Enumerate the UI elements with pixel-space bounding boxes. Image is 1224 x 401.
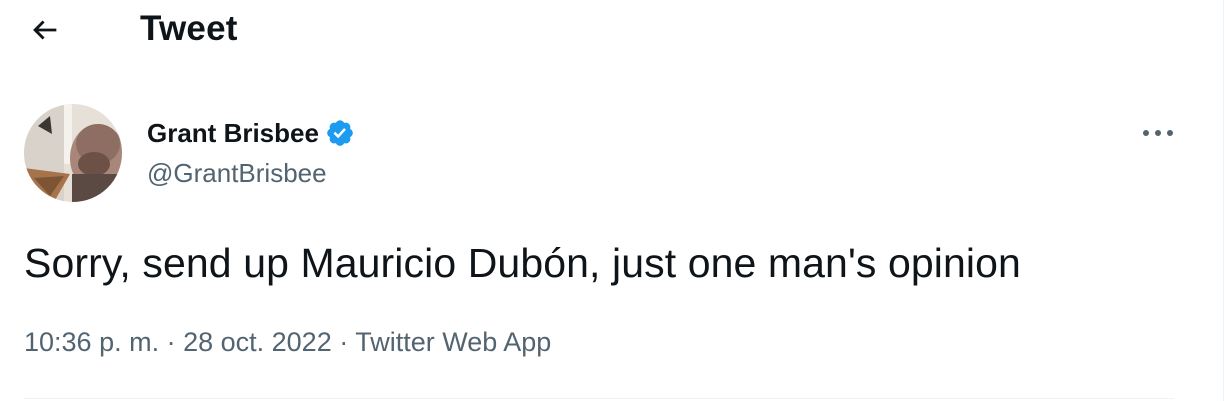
display-name-row: Grant Brisbee xyxy=(147,116,355,150)
tweet-source[interactable]: Twitter Web App xyxy=(355,327,551,357)
tweet-time[interactable]: 10:36 p. m. xyxy=(24,327,159,357)
divider xyxy=(24,398,1174,399)
more-options-button[interactable] xyxy=(1136,118,1180,148)
display-name[interactable]: Grant Brisbee xyxy=(147,118,319,149)
tweet-page: Tweet Grant Brisbee @GrantBrisbee Sorry,… xyxy=(0,0,1224,401)
user-handle[interactable]: @GrantBrisbee xyxy=(147,158,327,189)
tweet-text: Sorry, send up Mauricio Dubón, just one … xyxy=(24,240,1021,286)
meta-separator: · xyxy=(159,327,184,357)
tweet-metadata: 10:36 p. m. · 28 oct. 2022 · Twitter Web… xyxy=(24,327,551,358)
back-button[interactable] xyxy=(22,10,68,50)
tweet-author: Grant Brisbee @GrantBrisbee xyxy=(24,104,1194,204)
tweet-date[interactable]: 28 oct. 2022 xyxy=(183,327,332,357)
page-title: Tweet xyxy=(140,9,238,48)
meta-separator: · xyxy=(331,327,356,357)
avatar-image xyxy=(24,104,122,202)
arrow-left-icon xyxy=(33,20,57,40)
avatar[interactable] xyxy=(24,104,122,202)
page-header: Tweet xyxy=(0,0,1210,62)
verified-badge-icon xyxy=(325,118,355,148)
more-horizontal-icon xyxy=(1143,130,1173,136)
